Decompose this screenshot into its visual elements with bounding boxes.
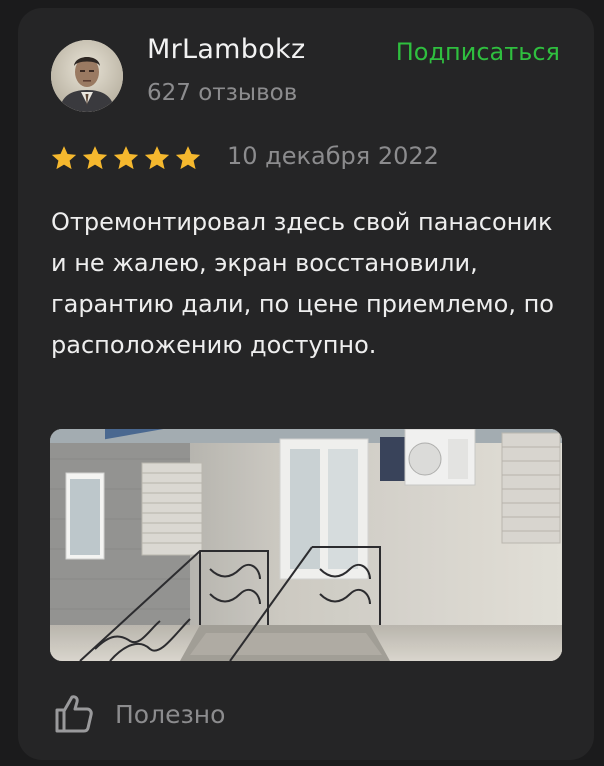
star-icon (113, 146, 139, 170)
helpful-label: Полезно (115, 699, 226, 729)
review-card: MrLambokz 627 отзывов Подписаться 10 дек… (18, 8, 594, 760)
star-icon (51, 146, 77, 170)
review-text: Отремонтировал здесь свой панасоник и не… (51, 208, 554, 359)
avatar[interactable] (51, 40, 123, 112)
avatar-portrait (51, 40, 123, 112)
rating-stars (50, 144, 202, 172)
author-reviews-count: 627 отзывов (147, 80, 298, 106)
author-name[interactable]: MrLambokz (147, 34, 305, 65)
storefront-photo (50, 429, 562, 661)
review-date: 10 декабря 2022 (227, 142, 439, 170)
subscribe-button[interactable]: Подписаться (396, 38, 560, 66)
star-icon (82, 146, 108, 170)
star-icon (175, 146, 201, 170)
helpful-button[interactable]: Полезно (53, 694, 225, 734)
review-photo[interactable] (50, 429, 562, 661)
star-icon (144, 146, 170, 170)
thumbs-up-icon (55, 695, 93, 733)
